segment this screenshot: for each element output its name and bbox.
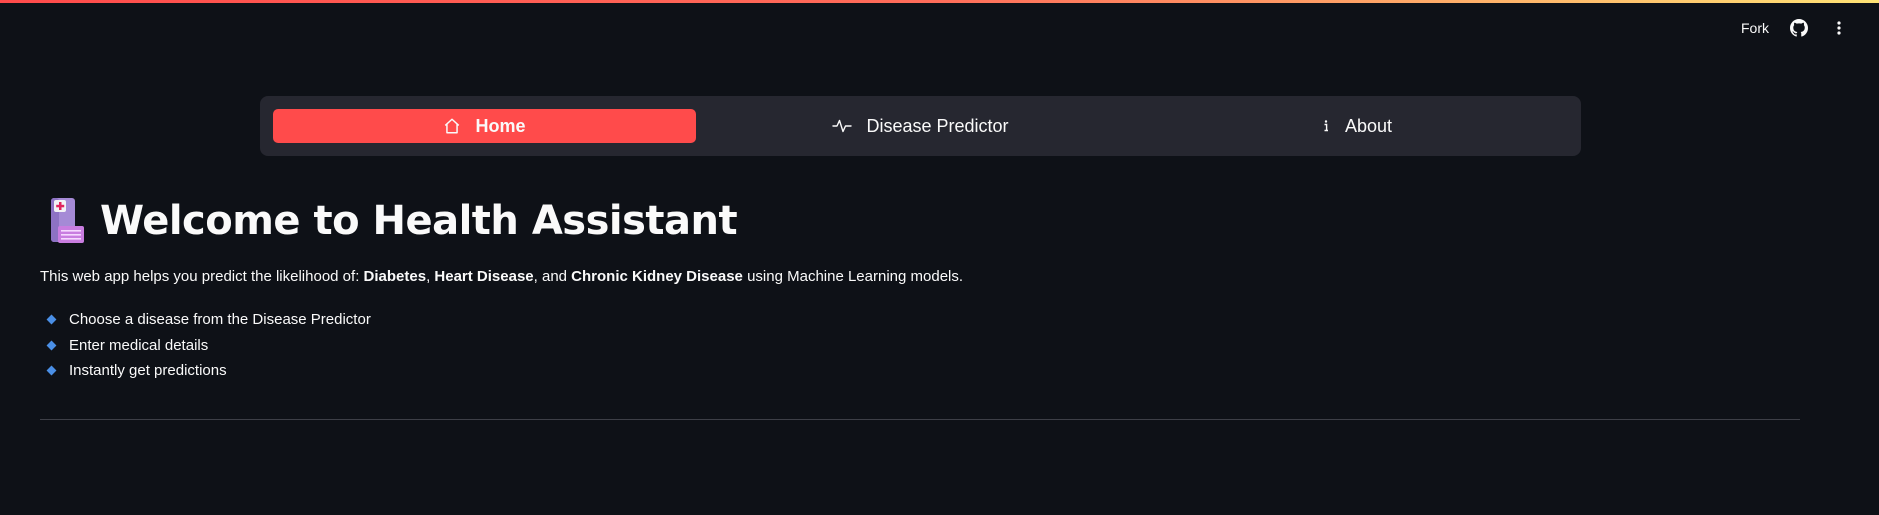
list-item: Enter medical details bbox=[40, 333, 1800, 359]
nav-item-label: About bbox=[1344, 115, 1393, 136]
info-icon bbox=[1321, 118, 1331, 134]
disease-heart: Heart Disease bbox=[434, 268, 534, 285]
list-item-text: Enter medical details bbox=[69, 336, 209, 354]
nav-item-about[interactable]: About bbox=[1145, 109, 1568, 143]
nav-item-label: Home bbox=[475, 115, 526, 136]
toolbar: Fork bbox=[1741, 18, 1849, 38]
diamond-bullet-icon bbox=[46, 314, 57, 325]
diamond-bullet-icon bbox=[46, 365, 57, 376]
top-decoration-bar bbox=[0, 0, 1879, 3]
disease-diabetes: Diabetes bbox=[363, 268, 427, 285]
nav-item-disease-predictor[interactable]: Disease Predictor bbox=[709, 109, 1132, 143]
fork-button[interactable]: Fork bbox=[1741, 20, 1769, 36]
hospital-emoji-icon bbox=[40, 196, 86, 246]
list-item-text: Instantly get predictions bbox=[69, 362, 227, 380]
nav-item-home[interactable]: Home bbox=[273, 109, 696, 143]
intro-text: This web app helps you predict the likel… bbox=[40, 268, 1800, 285]
intro-suffix: using Machine Learning models. bbox=[742, 268, 964, 285]
home-icon bbox=[443, 117, 461, 135]
list-item: Instantly get predictions bbox=[40, 358, 1800, 384]
intro-prefix: This web app helps you predict the likel… bbox=[40, 268, 364, 285]
kebab-menu-icon[interactable] bbox=[1829, 18, 1849, 38]
page-title: Welcome to Health Assistant bbox=[100, 198, 738, 244]
title-row: Welcome to Health Assistant bbox=[40, 196, 1800, 246]
diamond-bullet-icon bbox=[46, 340, 57, 351]
divider bbox=[40, 419, 1800, 420]
github-icon[interactable] bbox=[1789, 18, 1809, 38]
list-item-text: Choose a disease from the Disease Predic… bbox=[69, 311, 371, 329]
main-content: Welcome to Health Assistant This web app… bbox=[40, 196, 1800, 384]
nav-item-label: Disease Predictor bbox=[866, 115, 1009, 136]
pulse-icon bbox=[832, 117, 853, 135]
intro-separator: , and bbox=[533, 268, 572, 285]
navigation-menu: Home Disease Predictor About bbox=[260, 96, 1581, 156]
disease-kidney: Chronic Kidney Disease bbox=[571, 268, 743, 285]
feature-list: Choose a disease from the Disease Predic… bbox=[40, 307, 1800, 384]
list-item: Choose a disease from the Disease Predic… bbox=[40, 307, 1800, 333]
